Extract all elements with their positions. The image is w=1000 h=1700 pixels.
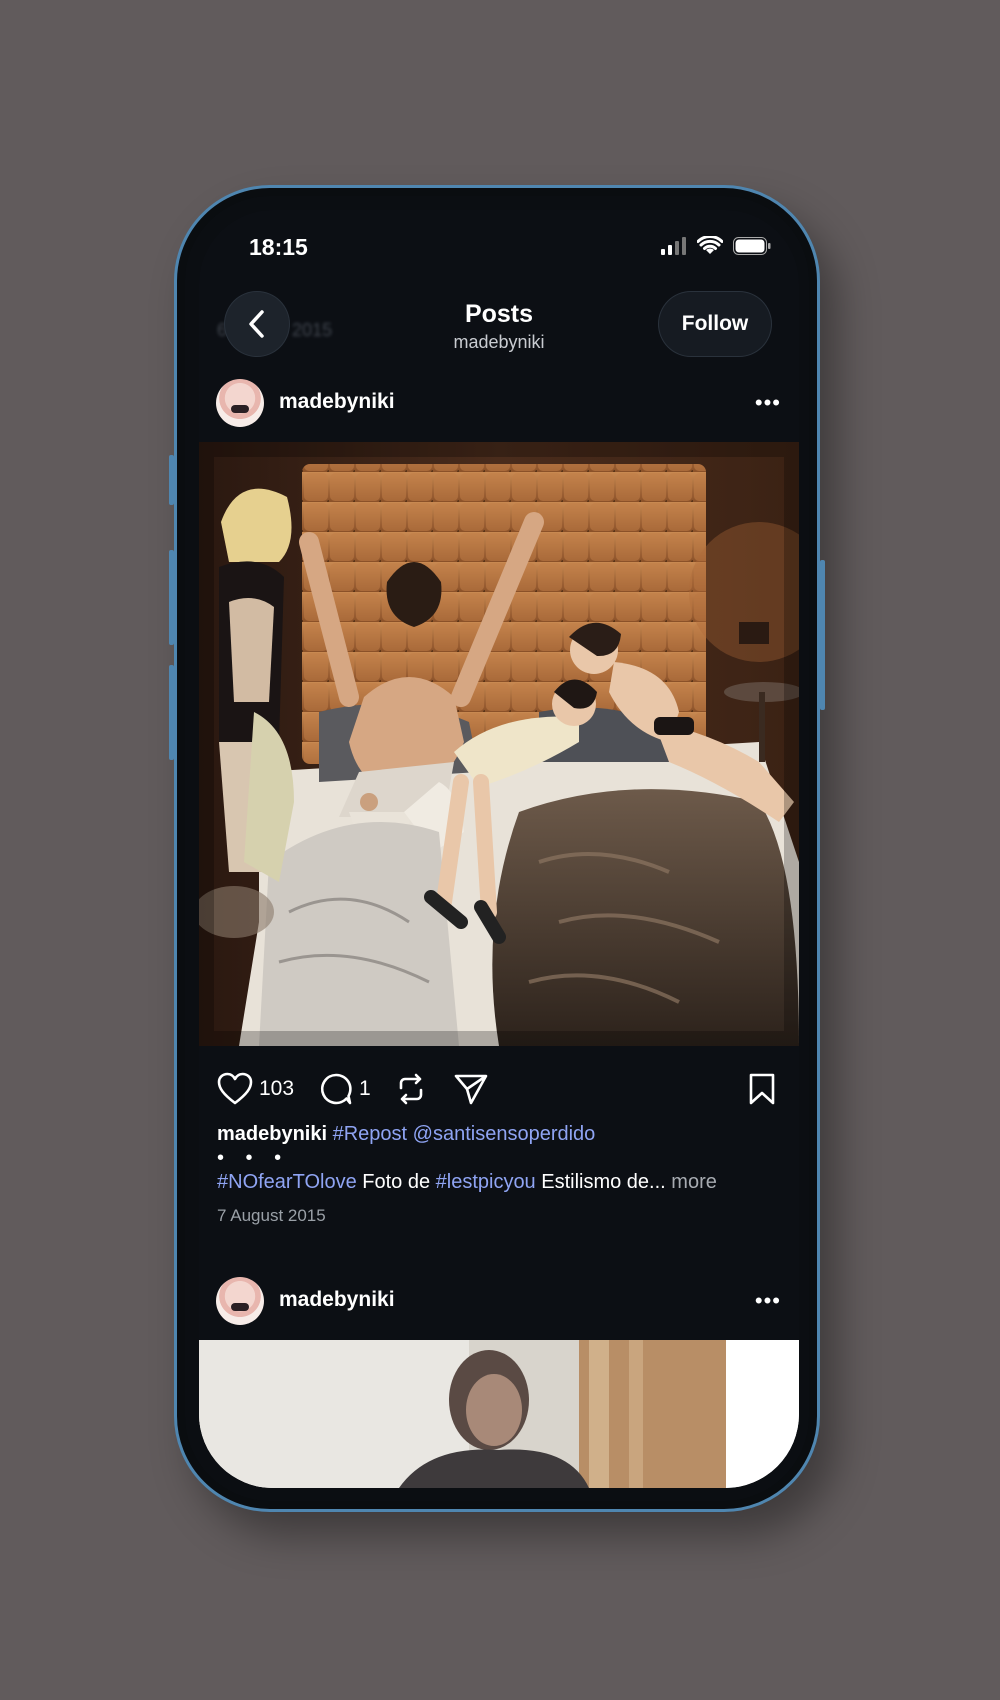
repost-action[interactable] (395, 1072, 427, 1106)
post-date: 7 August 2015 (217, 1206, 326, 1225)
more-options-icon-2[interactable]: ••• (755, 1288, 781, 1314)
post-photo-2-illustration (199, 1340, 799, 1488)
comment-bubble-icon (320, 1073, 352, 1105)
status-icons (661, 236, 771, 256)
wifi-icon (697, 236, 723, 254)
post-actions: 103 1 (199, 1060, 799, 1120)
follow-button[interactable]: Follow (659, 292, 771, 356)
post-username-2[interactable]: madebyniki (279, 1288, 395, 1312)
comment-action[interactable]: 1 (319, 1072, 371, 1106)
bookmark-icon (749, 1073, 775, 1105)
more-options-icon[interactable]: ••• (755, 390, 781, 416)
post-photo-illustration (199, 442, 799, 1046)
nav-bar: 6 August 2015 Posts madebyniki Follow (199, 278, 799, 358)
post-header-2: madebyniki ••• (199, 1268, 799, 1334)
caption-username[interactable]: madebyniki (217, 1123, 327, 1145)
post-photo-2[interactable] (199, 1340, 799, 1488)
caption-dots: • • • (217, 1147, 290, 1169)
heart-icon (217, 1072, 253, 1105)
caption-line-1: madebyniki #Repost @santisensoperdido (217, 1120, 777, 1148)
post-caption: madebyniki #Repost @santisensoperdido • … (217, 1120, 777, 1230)
volume-down-button (169, 665, 174, 760)
avatar[interactable] (216, 379, 264, 427)
like-count: 103 (259, 1077, 295, 1100)
share-action[interactable] (453, 1072, 489, 1106)
power-button (820, 560, 825, 710)
caption-text-2: Estilismo de... (535, 1171, 666, 1193)
post-username[interactable]: madebyniki (279, 390, 395, 414)
send-icon (454, 1074, 488, 1105)
repost-icon (399, 1073, 423, 1105)
caption-tags[interactable]: #Repost @santisensoperdido (333, 1123, 596, 1145)
caption-more-link[interactable]: more (671, 1171, 717, 1193)
caption-line-3: #NOfearTOlove Foto de #lestpicyou Estili… (217, 1168, 777, 1196)
battery-icon (733, 237, 771, 255)
mute-switch (169, 455, 174, 505)
status-time: 18:15 (249, 234, 308, 260)
comment-count: 1 (359, 1077, 371, 1100)
caption-text-1: Foto de (356, 1171, 436, 1193)
volume-up-button (169, 550, 174, 645)
post-photo[interactable] (199, 442, 799, 1046)
save-action[interactable] (747, 1072, 777, 1106)
avatar-2[interactable] (216, 1277, 264, 1325)
like-action[interactable]: 103 (217, 1072, 294, 1106)
cellular-signal-icon (661, 237, 686, 255)
screen: 18:15 6 August 2015 (199, 210, 799, 1488)
caption-hashtag-nofeartolove[interactable]: #NOfearTOlove (217, 1171, 357, 1193)
caption-hashtag-lestpicyou[interactable]: #lestpicyou (436, 1171, 536, 1193)
post-header: madebyniki ••• (199, 370, 799, 436)
